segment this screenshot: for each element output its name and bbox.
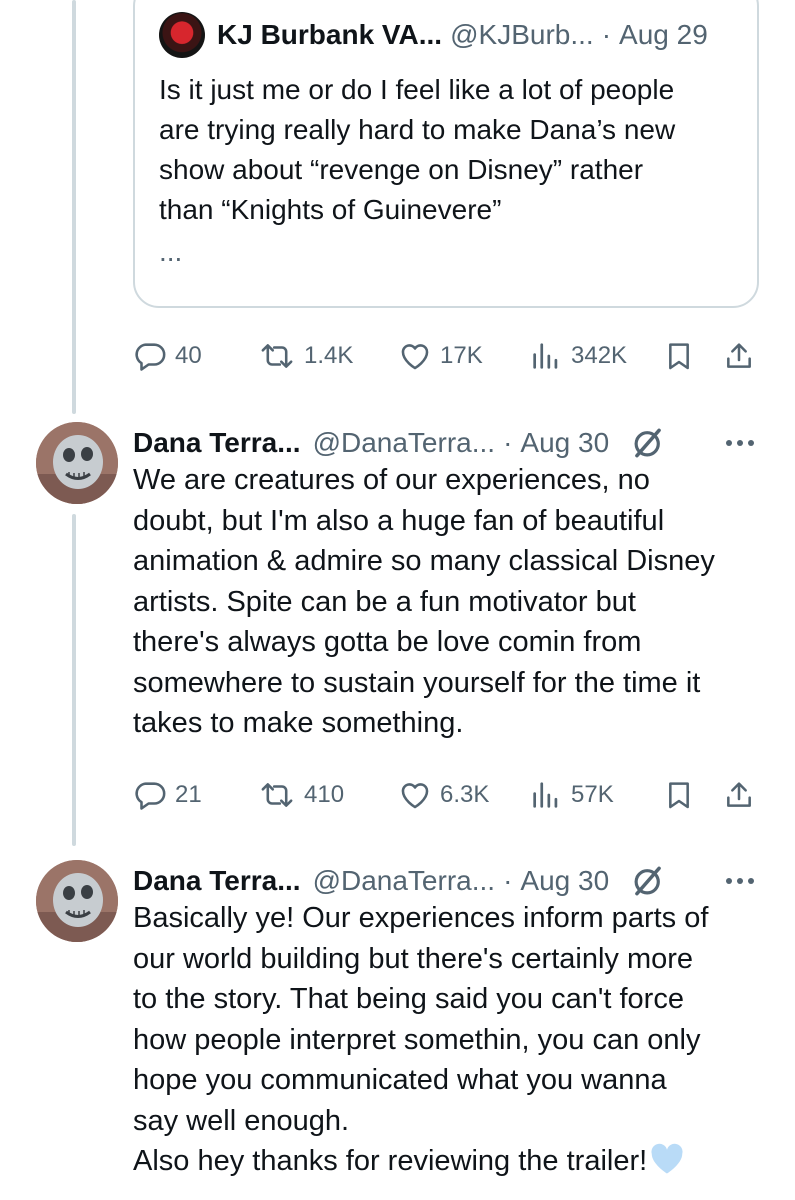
heart-outline-icon bbox=[398, 339, 432, 373]
tweet-header: Dana Terra... @DanaTerra... · Aug 30 bbox=[133, 422, 755, 464]
tweet-action-bar: 21 410 6.3K 57K bbox=[133, 775, 758, 815]
tweet-date[interactable]: Aug 30 bbox=[520, 865, 609, 897]
thread-connector-line bbox=[72, 0, 76, 414]
tweet-action-bar: 40 1.4K 17K 342K bbox=[133, 336, 758, 376]
separator-dot: · bbox=[503, 427, 513, 458]
tweet-text: We are creatures of our experiences, no … bbox=[133, 464, 715, 739]
heart-outline-icon bbox=[398, 778, 432, 812]
quoted-tweet-truncation: ... bbox=[159, 236, 183, 267]
display-name[interactable]: Dana Terra... bbox=[133, 865, 301, 897]
reply-count: 40 bbox=[175, 342, 202, 369]
reply-button[interactable]: 40 bbox=[133, 336, 202, 376]
thread-connector-line bbox=[72, 514, 76, 846]
more-dots-icon[interactable] bbox=[725, 438, 755, 448]
retweet-count: 410 bbox=[304, 781, 345, 808]
like-button[interactable]: 17K bbox=[398, 336, 483, 376]
view-count: 342K bbox=[571, 342, 628, 369]
avatar[interactable] bbox=[36, 860, 118, 942]
bookmark-icon bbox=[663, 778, 695, 812]
quoted-tweet-header: KJ Burbank VA... @KJBurb... · Aug 29 bbox=[159, 12, 708, 58]
tweet-header: Dana Terra... @DanaTerra... · Aug 30 bbox=[133, 860, 755, 902]
display-name[interactable]: Dana Terra... bbox=[133, 427, 301, 459]
blue-heart-emoji bbox=[649, 1143, 685, 1187]
tweet-date[interactable]: Aug 30 bbox=[520, 427, 609, 459]
views-button[interactable]: 342K bbox=[529, 336, 627, 376]
bookmark-icon bbox=[663, 339, 695, 373]
reply-count: 21 bbox=[175, 781, 202, 808]
share-upload-icon bbox=[723, 339, 755, 373]
grok-slash-circle-icon[interactable] bbox=[629, 862, 667, 900]
retweet-button[interactable]: 410 bbox=[258, 775, 344, 815]
retweet-count: 1.4K bbox=[304, 342, 354, 369]
quoted-date[interactable]: Aug 29 bbox=[619, 19, 708, 51]
share-button[interactable] bbox=[723, 775, 755, 815]
quoted-tweet-text: Is it just me or do I feel like a lot of… bbox=[159, 74, 676, 225]
like-count: 17K bbox=[440, 342, 483, 369]
more-dots-icon[interactable] bbox=[725, 876, 755, 886]
bookmark-button[interactable] bbox=[663, 336, 695, 376]
view-count: 57K bbox=[571, 781, 614, 808]
tweet-text-content: Basically ye! Our experiences inform par… bbox=[133, 902, 709, 1177]
handle[interactable]: @DanaTerra... bbox=[313, 865, 496, 897]
retweet-icon bbox=[258, 339, 296, 373]
avatar[interactable] bbox=[159, 12, 205, 58]
quoted-display-name[interactable]: KJ Burbank VA... bbox=[217, 19, 442, 51]
like-button[interactable]: 6.3K bbox=[398, 775, 489, 815]
bookmark-button[interactable] bbox=[663, 775, 695, 815]
tweet-text: Basically ye! Our experiences inform par… bbox=[133, 898, 773, 1187]
reply-button[interactable]: 21 bbox=[133, 775, 202, 815]
reply-bubble-icon bbox=[133, 339, 167, 373]
reply-bubble-icon bbox=[133, 778, 167, 812]
grok-slash-circle-icon[interactable] bbox=[629, 424, 667, 462]
share-button[interactable] bbox=[723, 336, 755, 376]
like-count: 6.3K bbox=[440, 781, 490, 808]
quoted-tweet-card[interactable]: KJ Burbank VA... @KJBurb... · Aug 29 Is … bbox=[133, 0, 759, 308]
retweet-icon bbox=[258, 778, 296, 812]
retweet-button[interactable]: 1.4K bbox=[258, 336, 353, 376]
handle[interactable]: @DanaTerra... bbox=[313, 427, 496, 459]
views-bar-chart-icon bbox=[529, 778, 563, 812]
views-bar-chart-icon bbox=[529, 339, 563, 373]
separator-dot: · bbox=[503, 865, 513, 896]
views-button[interactable]: 57K bbox=[529, 775, 614, 815]
quoted-handle[interactable]: @KJBurb... bbox=[450, 19, 594, 51]
separator-dot: · bbox=[601, 19, 612, 50]
share-upload-icon bbox=[723, 778, 755, 812]
avatar[interactable] bbox=[36, 422, 118, 504]
